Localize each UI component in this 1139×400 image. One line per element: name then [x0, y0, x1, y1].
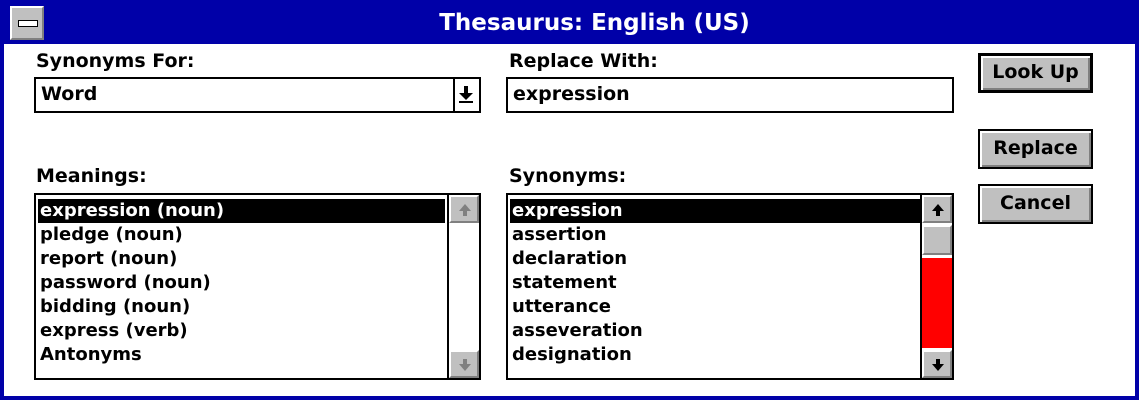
synonyms-label-text: Synonyms: — [509, 165, 627, 187]
dropdown-button[interactable] — [453, 79, 479, 111]
look-up-button-label: Look Up — [992, 61, 1079, 83]
list-item[interactable]: expression (noun) — [38, 199, 445, 223]
replace-with-label-text: Replace With: — [509, 50, 658, 72]
synonyms-label: Synonyms: — [509, 165, 626, 187]
synonyms-for-combobox[interactable]: Word — [34, 77, 481, 113]
cancel-button-label: Cancel — [1000, 192, 1071, 214]
scroll-up-button — [449, 195, 479, 223]
arrow-up-icon — [459, 204, 471, 216]
meanings-scrollbar — [447, 195, 479, 378]
list-item[interactable]: statement — [510, 271, 617, 295]
replace-with-input[interactable]: expression — [506, 77, 954, 113]
meanings-label: Meanings: — [36, 165, 147, 187]
synonyms-for-label: Synonyms For: — [36, 50, 195, 72]
list-item[interactable]: pledge (noun) — [38, 223, 183, 247]
list-item[interactable]: utterance — [510, 295, 611, 319]
minus-icon — [18, 20, 38, 27]
cancel-button[interactable]: Cancel — [978, 184, 1093, 224]
replace-button[interactable]: Replace — [978, 129, 1093, 169]
list-item[interactable]: bidding (noun) — [38, 295, 190, 319]
synonyms-for-label-text: Synonyms For: — [36, 50, 195, 72]
scroll-down-button[interactable] — [922, 350, 952, 378]
list-item[interactable]: Antonyms — [38, 343, 142, 367]
scroll-down-button — [449, 350, 479, 378]
meanings-listbox[interactable]: expression (noun) pledge (noun) report (… — [34, 193, 481, 380]
arrow-up-icon — [932, 204, 944, 216]
list-item[interactable]: designation — [510, 343, 632, 367]
list-item[interactable]: password (noun) — [38, 271, 211, 295]
window-title: Thesaurus: English (US) — [439, 10, 750, 36]
synonyms-for-value: Word — [41, 83, 98, 105]
list-item[interactable]: express (verb) — [38, 319, 188, 343]
list-item[interactable]: report (noun) — [38, 247, 177, 271]
dialog-body: Synonyms For: Word Replace With: express… — [4, 44, 1135, 396]
replace-button-label: Replace — [993, 137, 1078, 159]
list-item[interactable]: declaration — [510, 247, 627, 271]
arrow-down-icon — [459, 86, 473, 103]
arrow-down-icon — [932, 359, 944, 371]
arrow-down-icon — [459, 359, 471, 371]
scroll-up-button[interactable] — [922, 195, 952, 223]
scroll-track[interactable] — [922, 258, 952, 348]
list-item[interactable]: assertion — [510, 223, 607, 247]
scroll-thumb[interactable] — [922, 225, 952, 255]
system-menu-button[interactable] — [10, 6, 44, 40]
thesaurus-dialog: Thesaurus: English (US) Synonyms For: Wo… — [0, 0, 1139, 400]
look-up-button[interactable]: Look Up — [978, 53, 1093, 93]
title-bar[interactable]: Thesaurus: English (US) — [4, 3, 1135, 44]
meanings-label-text: Meanings: — [36, 165, 147, 187]
replace-with-label: Replace With: — [509, 50, 658, 72]
list-item[interactable]: expression — [510, 199, 920, 223]
replace-with-value: expression — [513, 83, 630, 105]
synonyms-listbox[interactable]: expression assertion declaration stateme… — [506, 193, 954, 380]
synonyms-scrollbar[interactable] — [920, 195, 952, 378]
list-item[interactable]: asseveration — [510, 319, 643, 343]
